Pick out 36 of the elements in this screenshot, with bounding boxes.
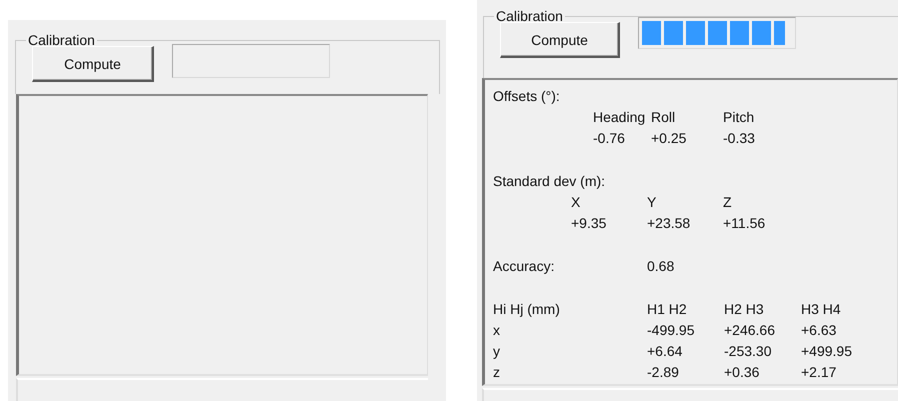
section-label: Accuracy: [493, 257, 556, 276]
value-text: -253.30 [724, 342, 772, 361]
column-header: Roll [651, 108, 676, 127]
section-label: Hi Hj (mm) [493, 300, 561, 319]
row-label: z [493, 363, 501, 382]
column-header: Y [647, 193, 658, 212]
row-label: y [493, 342, 501, 361]
value-text: +499.95 [801, 342, 853, 361]
section-label: Offsets (°): [493, 87, 560, 106]
group-title: Calibration [495, 8, 564, 24]
value-text: +23.58 [647, 214, 692, 233]
value-text: +9.35 [571, 214, 608, 233]
group-title: Calibration [27, 32, 96, 48]
column-header: H2 H3 [724, 300, 765, 319]
column-header: Z [723, 193, 733, 212]
value-text: +11.56 [723, 214, 766, 233]
value-text: -0.76 [593, 129, 626, 148]
column-header: H1 H2 [647, 300, 688, 319]
column-header: Heading [593, 108, 646, 127]
row-label: x [493, 321, 501, 340]
value-text: 0.68 [647, 257, 674, 276]
value-text: +6.63 [801, 321, 838, 340]
column-header: X [571, 193, 582, 212]
value-text: -2.89 [647, 363, 680, 382]
value-text: -0.33 [723, 129, 756, 148]
compute-button[interactable]: Compute [500, 22, 620, 58]
section-label: Standard dev (m): [493, 172, 606, 191]
value-text: -499.95 [647, 321, 696, 340]
value-text: +0.36 [724, 363, 760, 382]
value-text: +0.25 [651, 129, 688, 148]
value-text: +2.17 [801, 363, 838, 382]
value-text: +6.64 [647, 342, 684, 361]
compute-button[interactable]: Compute [32, 46, 154, 82]
column-header: H3 H4 [801, 300, 842, 319]
column-header: Pitch [723, 108, 756, 127]
value-text: +246.66 [724, 321, 776, 340]
